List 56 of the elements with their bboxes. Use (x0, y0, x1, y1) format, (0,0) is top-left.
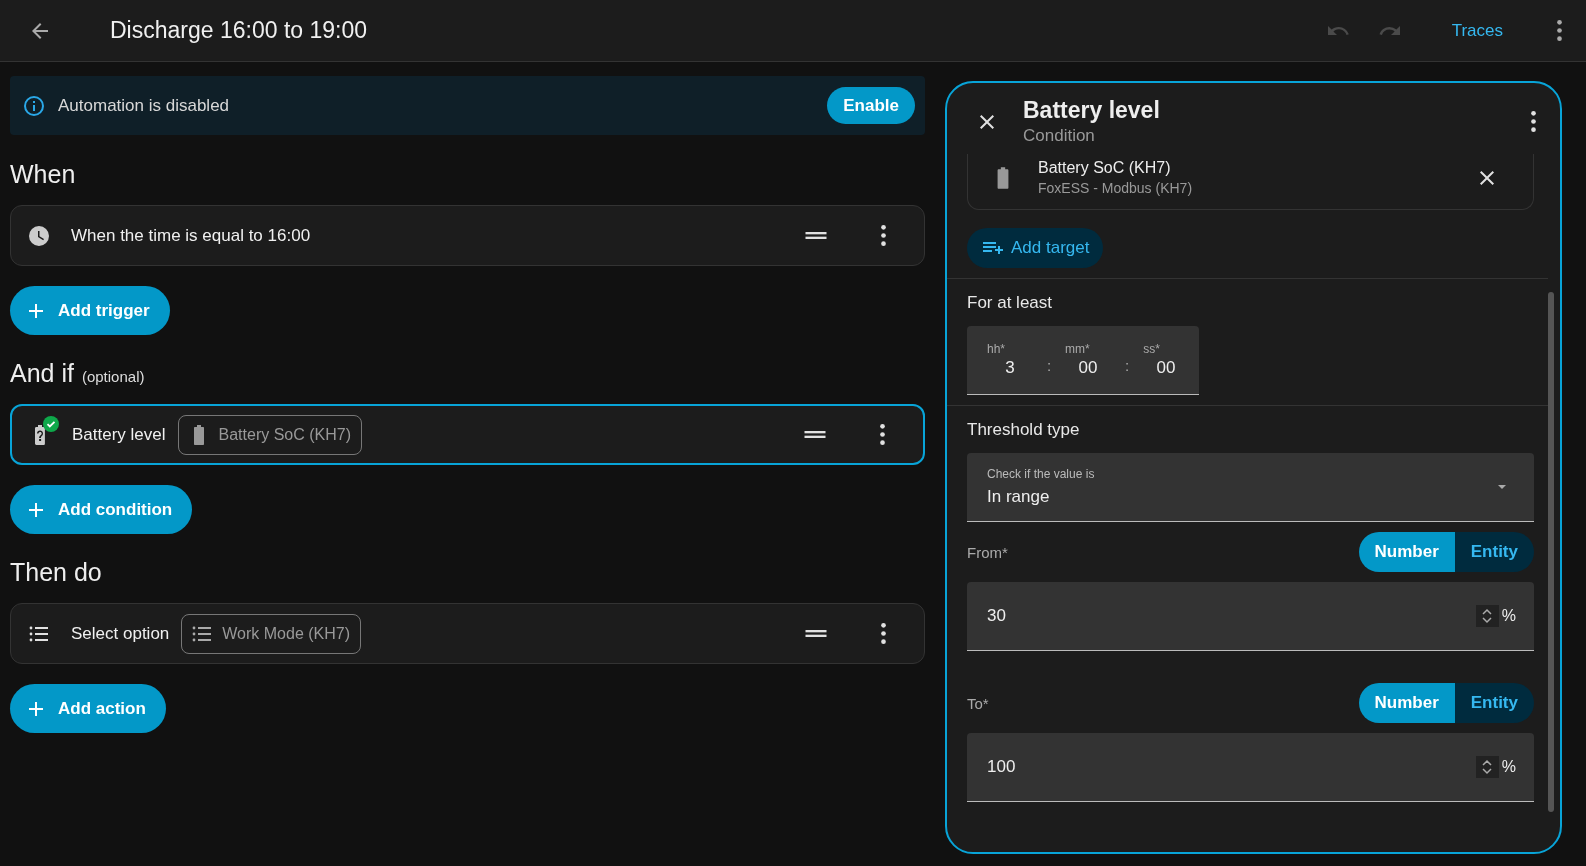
limit-label: From* (967, 543, 1008, 561)
rule-card[interactable]: When the time is equal to 16:00 (10, 205, 925, 266)
more-icon (1557, 20, 1562, 41)
entity-chip: Work Mode (KH7) (181, 613, 362, 654)
field-value: 3 (1004, 358, 1016, 378)
rule-card[interactable]: Select option Work Mode (KH7) (10, 603, 925, 664)
field-label: hh* (987, 342, 1007, 356)
number-field[interactable]: 100 % (967, 733, 1534, 802)
field-value: 00 (1155, 358, 1177, 378)
duration-field[interactable]: hh* 3 : mm* 00 : ss* 00 (967, 326, 1199, 395)
field-value: 100 (987, 757, 1017, 777)
rule-label: When the time is equal to 16:00 (71, 225, 311, 246)
panel-subtitle: Condition (1023, 126, 1096, 146)
unit-label: % (1501, 758, 1516, 776)
drag-handle-icon (805, 630, 827, 637)
field-label: ss* (1143, 342, 1161, 356)
threshold-select[interactable]: Check if the value is In range (967, 453, 1534, 522)
field-label: mm* (1065, 342, 1091, 356)
threshold-label: Threshold type (967, 420, 1081, 440)
rule-label: Select option (71, 623, 170, 644)
banner-message: Automation is disabled (58, 95, 231, 116)
page-title: Discharge 16:00 to 19:00 (110, 17, 368, 44)
section-hint: (optional) (81, 368, 145, 385)
section-title: And if (10, 359, 74, 388)
mode-toggle[interactable]: Entity (1454, 683, 1534, 723)
select-label: Check if the value is (987, 467, 1096, 481)
field-value: 00 (1077, 358, 1099, 378)
add-target-button[interactable]: Add target (967, 228, 1104, 268)
more-icon (881, 225, 886, 246)
entity-chip: Battery SoC (KH7) (177, 414, 363, 455)
info-icon (22, 93, 46, 118)
rule-card[interactable]: Battery level Battery SoC (KH7) (10, 404, 925, 465)
duration-label: For at least (967, 293, 1054, 313)
more-icon (880, 424, 885, 445)
drag-handle-icon (805, 232, 827, 239)
traces-link[interactable]: Traces (1445, 19, 1509, 42)
more-icon (1531, 111, 1536, 132)
field-value: 30 (987, 606, 1007, 626)
number-field[interactable]: 30 % (967, 582, 1534, 651)
unit-label: % (1501, 607, 1516, 625)
mode-toggle[interactable]: Entity (1454, 532, 1534, 572)
rule-label: Battery level (72, 424, 166, 445)
spinner-icon[interactable] (1475, 605, 1499, 627)
drag-handle-icon (804, 431, 826, 438)
colon-separator: : (1046, 356, 1052, 374)
spinner-icon[interactable] (1475, 756, 1499, 778)
select-value: In range (987, 487, 1051, 507)
section-title: When (10, 160, 76, 189)
more-icon (881, 623, 886, 644)
target-device: FoxESS - Modbus (KH7) (1038, 180, 1194, 196)
section-title: Then do (10, 558, 102, 587)
limit-label: To* (967, 694, 989, 712)
target-name: Battery SoC (KH7) (1038, 159, 1172, 177)
panel-title: Battery level (1023, 97, 1161, 124)
clock-icon (27, 223, 51, 248)
colon-separator: : (1124, 356, 1130, 374)
